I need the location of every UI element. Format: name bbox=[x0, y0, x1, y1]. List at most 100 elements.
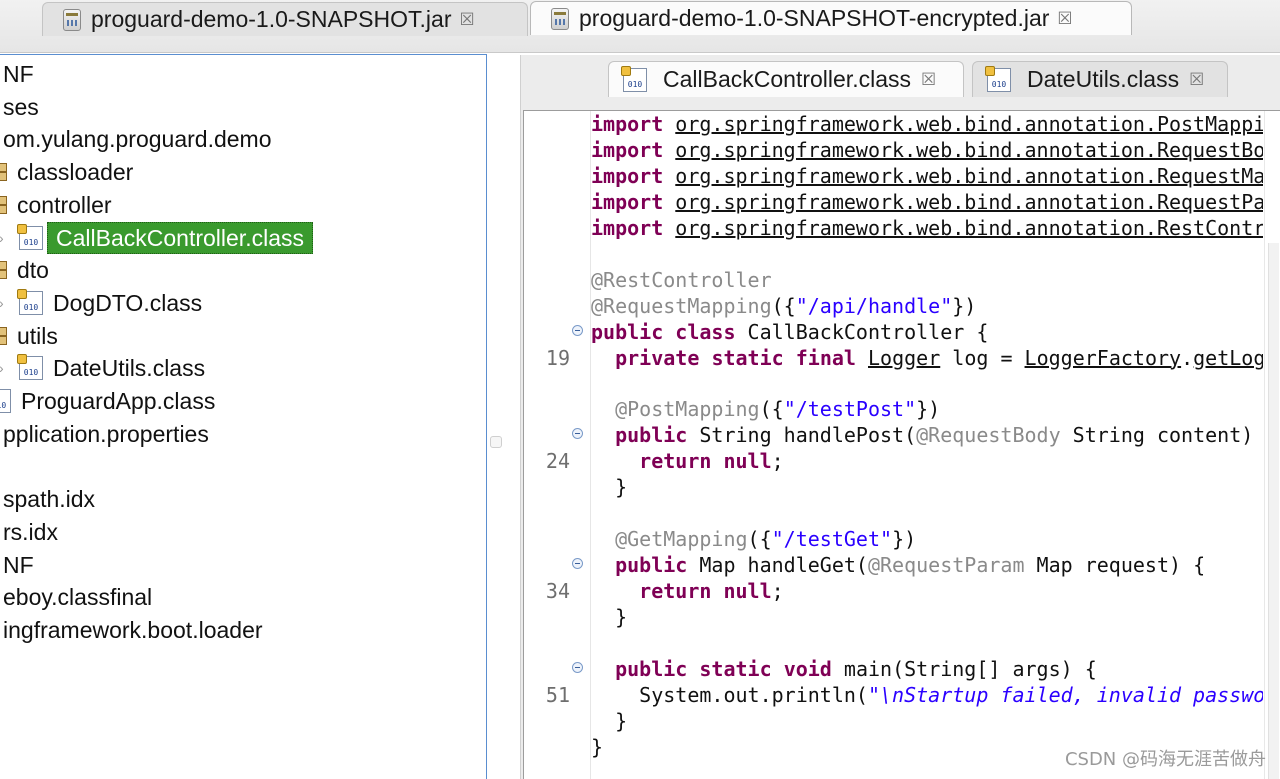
fold-collapse-icon[interactable] bbox=[572, 428, 583, 440]
fold-collapse-icon[interactable] bbox=[572, 324, 583, 336]
code-line: import org.springframework.web.bind.anno… bbox=[524, 189, 1280, 215]
line-number: 51 bbox=[545, 682, 570, 707]
tree-item-label: eboy.classfinal bbox=[3, 584, 153, 611]
jar-file-icon bbox=[63, 8, 81, 31]
tree-item[interactable]: pplication.properties bbox=[3, 419, 209, 449]
tab-jar-label: proguard-demo-1.0-SNAPSHOT.jar bbox=[91, 6, 452, 32]
code-token: class bbox=[675, 319, 736, 344]
close-icon[interactable]: ☒ bbox=[1189, 70, 1204, 90]
code-token: "\nStartup failed, invalid password bbox=[867, 682, 1263, 707]
code-text: private static final Logger log = Logger… bbox=[591, 345, 1263, 371]
code-token: public bbox=[615, 553, 688, 578]
code-token: } bbox=[591, 708, 628, 733]
tree-item-label: NF bbox=[3, 61, 34, 87]
code-token: ; bbox=[771, 579, 784, 604]
package-icon bbox=[0, 163, 7, 182]
code-text: @PostMapping({"/testPost"}) bbox=[591, 396, 1263, 422]
fold-collapse-icon[interactable] bbox=[572, 661, 583, 673]
close-icon[interactable]: ☒ bbox=[1057, 9, 1072, 29]
tab-jar-encrypted[interactable]: proguard-demo-1.0-SNAPSHOT-encrypted.jar… bbox=[530, 1, 1132, 35]
tree-item[interactable]: NF bbox=[3, 550, 34, 580]
code-token: org.springframework.web.bind.annotation.… bbox=[675, 163, 1263, 188]
code-line: 24 return null; bbox=[524, 448, 1280, 474]
tree-item[interactable]: ses bbox=[3, 92, 39, 122]
tree-item[interactable]: dto bbox=[0, 255, 49, 285]
tree-item[interactable]: NF bbox=[3, 59, 34, 89]
tree-item[interactable]: om.yulang.proguard.demo bbox=[3, 124, 272, 154]
code-token: import bbox=[591, 137, 664, 162]
tree-item-label: om.yulang.proguard.demo bbox=[3, 126, 272, 153]
code-token: } bbox=[591, 475, 628, 500]
tree-item-label: spath.idx bbox=[3, 486, 96, 513]
code-line: public Map handleGet(@RequestParam Map r… bbox=[524, 552, 1280, 578]
watermark: CSDN @码海无涯苦做舟 bbox=[1064, 749, 1266, 770]
close-icon[interactable]: ☒ bbox=[459, 10, 474, 30]
code-token: log = bbox=[940, 345, 1025, 370]
code-token: @RestController bbox=[591, 267, 772, 292]
tab-callbackcontroller[interactable]: 010 CallBackController.class ☒ bbox=[608, 61, 964, 97]
code-token: org.springframework.web.bind.annotation.… bbox=[675, 112, 1263, 136]
jar-file-icon bbox=[551, 7, 569, 30]
line-number: 24 bbox=[545, 449, 570, 474]
code-token: static bbox=[711, 345, 784, 370]
class-file-icon: 010 bbox=[0, 389, 11, 413]
class-editor-tab-bar: 010 CallBackController.class ☒ 010 DateU… bbox=[520, 55, 1280, 105]
tree-item-label: classloader bbox=[17, 159, 134, 186]
close-icon[interactable]: ☒ bbox=[921, 70, 936, 90]
code-token: org.springframework.web.bind.annotation.… bbox=[675, 189, 1263, 214]
code-token: ({ bbox=[771, 293, 796, 318]
code-token: org.springframework.web.bind.annotation.… bbox=[675, 215, 1263, 240]
code-token: ({ bbox=[747, 527, 772, 552]
fold-collapse-icon[interactable] bbox=[572, 558, 583, 570]
tree-item[interactable]: ingframework.boot.loader bbox=[3, 615, 263, 645]
tree-item[interactable]: ›010DogDTO.class bbox=[0, 288, 202, 318]
top-editor-tab-bar: proguard-demo-1.0-SNAPSHOT.jar ☒ proguar… bbox=[0, 0, 1280, 53]
tree-item-label: DogDTO.class bbox=[53, 289, 203, 316]
code-token: }) bbox=[916, 397, 941, 422]
tree-item[interactable]: ›010CallBackController.class bbox=[0, 221, 313, 254]
line-number: 34 bbox=[545, 579, 570, 604]
tree-item[interactable]: spath.idx bbox=[3, 484, 95, 514]
code-text: } bbox=[591, 708, 1263, 734]
code-line: @PostMapping({"/testPost"}) bbox=[524, 396, 1280, 422]
code-token: } bbox=[591, 605, 628, 630]
code-token: LoggerFactory bbox=[1024, 345, 1182, 370]
code-line: @RequestMapping({"/api/handle"}) bbox=[524, 293, 1280, 319]
code-token: null bbox=[723, 449, 772, 474]
class-file-icon: 010 bbox=[17, 288, 43, 315]
code-text: import org.springframework.web.bind.anno… bbox=[591, 111, 1263, 137]
code-text: @RequestMapping({"/api/handle"}) bbox=[591, 293, 1263, 319]
tab-jar[interactable]: proguard-demo-1.0-SNAPSHOT.jar ☒ bbox=[42, 2, 528, 36]
tree-item[interactable]: eboy.classfinal bbox=[3, 582, 152, 612]
tree-item[interactable]: ›010DateUtils.class bbox=[0, 353, 205, 383]
code-line: 51 System.out.println("\nStartup failed,… bbox=[524, 682, 1280, 708]
tree-item[interactable]: utils bbox=[0, 321, 58, 351]
code-line: } bbox=[524, 474, 1280, 500]
code-token: System.out.println( bbox=[591, 682, 868, 707]
class-file-icon: 010 bbox=[985, 65, 1011, 92]
tree-item[interactable]: classloader bbox=[0, 157, 133, 187]
jar-structure-tree[interactable]: NF ses om.yulang.proguard.demo classloader c… bbox=[0, 54, 487, 779]
code-token: }) bbox=[892, 527, 917, 552]
code-text: public String handlePost(@RequestBody St… bbox=[591, 422, 1263, 448]
tree-item-label: CallBackController.class bbox=[47, 221, 313, 254]
splitter-handle[interactable] bbox=[490, 436, 502, 448]
tree-item[interactable]: rs.idx bbox=[3, 517, 58, 547]
tab-dateutils[interactable]: 010 DateUtils.class ☒ bbox=[972, 61, 1228, 97]
code-text: import org.springframework.web.bind.anno… bbox=[591, 189, 1263, 215]
line-number: 19 bbox=[545, 345, 570, 370]
code-editor[interactable]: import org.springframework.web.bind.anno… bbox=[523, 110, 1280, 779]
code-line: @RestController bbox=[524, 267, 1280, 293]
code-token: public bbox=[591, 319, 664, 344]
code-line: import org.springframework.web.bind.anno… bbox=[524, 215, 1280, 241]
code-token: import bbox=[591, 215, 664, 240]
class-file-icon: 010 bbox=[17, 223, 43, 250]
tree-item-label: ses bbox=[3, 93, 39, 120]
tree-item[interactable]: 010 ProguardApp.class bbox=[0, 386, 215, 416]
tree-item[interactable]: controller bbox=[0, 190, 112, 220]
